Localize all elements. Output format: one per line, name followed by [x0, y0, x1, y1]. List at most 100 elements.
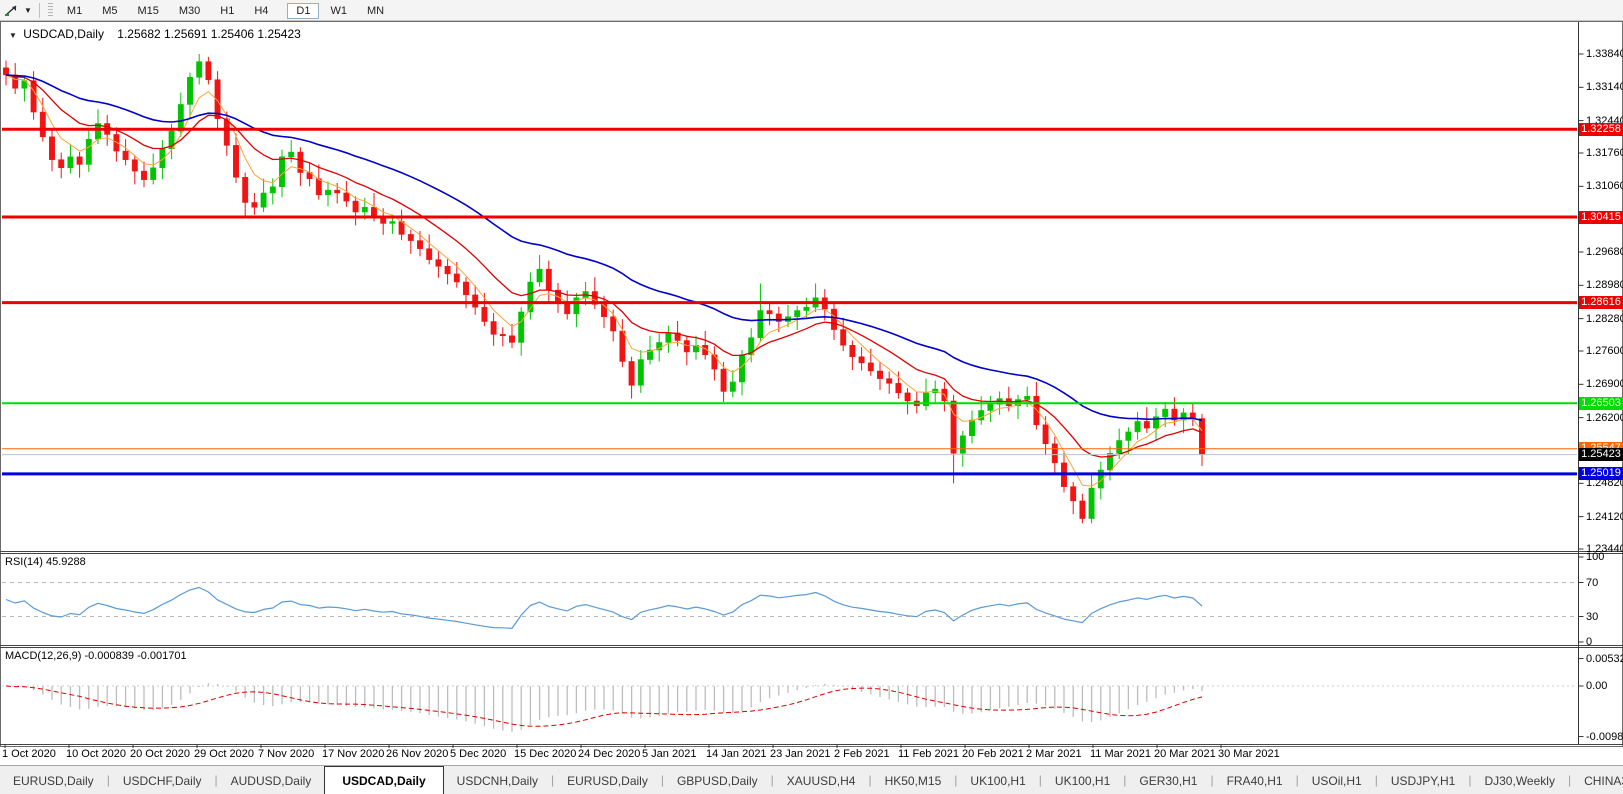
chart-tab-uk100-h1[interactable]: UK100,H1: [1042, 766, 1123, 794]
date-axis-label: 24 Dec 2020: [578, 748, 640, 760]
date-axis-label: 14 Jan 2021: [706, 748, 767, 760]
candle-body: [638, 360, 643, 386]
candle-body: [666, 333, 671, 343]
candle-body: [960, 436, 965, 454]
price-axis-label: 1.28280: [1586, 313, 1623, 325]
chart-tab-usoil-h1[interactable]: USOil,H1: [1299, 766, 1375, 794]
price-line-tag[interactable]: 1.25019: [1579, 467, 1623, 480]
candle-body: [316, 179, 321, 195]
candle-body: [178, 104, 183, 131]
chart-tab-usdcnh-daily[interactable]: USDCNH,Daily: [444, 766, 551, 794]
candle-body: [1043, 425, 1048, 444]
rsi-axis-label: 100: [1586, 551, 1604, 563]
candle-body: [77, 157, 82, 165]
price-axis-label: 1.28980: [1586, 279, 1623, 291]
candle-body: [482, 307, 487, 321]
candle-body: [362, 207, 367, 212]
chart-tab-usdjpy-h1[interactable]: USDJPY,H1: [1378, 766, 1468, 794]
chart-tab-fra40-h1[interactable]: FRA40,H1: [1214, 766, 1296, 794]
price-axis-label: 1.29680: [1586, 246, 1623, 258]
candle-body: [1199, 419, 1204, 455]
price-line-tag[interactable]: 1.26503: [1579, 397, 1623, 410]
collapse-caret-icon[interactable]: ▼: [9, 31, 17, 40]
candle-body: [353, 201, 358, 212]
candle-body: [390, 222, 395, 224]
candle-body: [629, 361, 634, 385]
candle-body: [684, 341, 689, 352]
chart-tab-dj30-weekly[interactable]: DJ30,Weekly: [1471, 766, 1567, 794]
candle-body: [3, 68, 8, 75]
macd-axis-label: 0.00: [1586, 680, 1607, 692]
chart-tab-hk50-m15[interactable]: HK50,M15: [872, 766, 955, 794]
candle-body: [988, 404, 993, 410]
candle-body: [279, 157, 284, 187]
date-axis-label: 7 Nov 2020: [258, 748, 314, 760]
date-axis-label: 26 Nov 2020: [386, 748, 448, 760]
candle-body: [519, 312, 524, 342]
candle-body: [40, 112, 45, 137]
date-axis-label: 30 Mar 2021: [1218, 748, 1280, 760]
candle-body: [565, 302, 570, 313]
date-axis-label: 2 Mar 2021: [1026, 748, 1082, 760]
candle-body: [537, 269, 542, 282]
candle-body: [1089, 488, 1094, 518]
candle-body: [528, 282, 533, 312]
chart-tab-xauusd-h4[interactable]: XAUUSD,H4: [774, 766, 869, 794]
rsi-axis-label: 70: [1586, 577, 1598, 589]
candle-body: [31, 81, 36, 112]
candle-body: [611, 317, 616, 331]
candle-body: [491, 321, 496, 334]
candle-body: [151, 168, 156, 180]
chart-tab-eurusd-daily[interactable]: EURUSD,Daily: [0, 766, 107, 794]
date-axis-label: 20 Mar 2021: [1154, 748, 1216, 760]
price-axis-label: 1.33840: [1586, 48, 1623, 60]
candle-body: [445, 266, 450, 274]
candle-body: [887, 379, 892, 384]
date-axis-label: 20 Oct 2020: [130, 748, 190, 760]
chart-tab-china300-h1[interactable]: CHINA300,H1: [1571, 766, 1623, 794]
chart-tab-usdcad-daily[interactable]: USDCAD,Daily: [324, 766, 443, 794]
chart-tab-audusd-daily[interactable]: AUDUSD,Daily: [218, 766, 325, 794]
candle-body: [473, 295, 478, 307]
candle-body: [712, 355, 717, 369]
candle-body: [868, 363, 873, 371]
chart-tab-uk100-h1[interactable]: UK100,H1: [957, 766, 1038, 794]
macd-indicator-label: MACD(12,26,9) -0.000839 -0.001701: [5, 650, 187, 662]
candle-body: [905, 393, 910, 401]
candle-body: [601, 304, 606, 316]
candle-body: [233, 145, 238, 177]
candle-body: [721, 369, 726, 391]
candle-body: [969, 420, 974, 436]
candle-body: [335, 190, 340, 193]
price-line-tag[interactable]: 1.32258: [1579, 123, 1623, 136]
chart-tab-ger30-h1[interactable]: GER30,H1: [1126, 766, 1210, 794]
price-line-tag[interactable]: 1.28616: [1579, 296, 1623, 309]
candle-body: [427, 249, 432, 260]
candle-body: [197, 62, 202, 78]
date-axis-label: 10 Oct 2020: [66, 748, 126, 760]
candle-body: [1034, 396, 1039, 425]
chart-canvas: [0, 0, 1623, 765]
candle-body: [371, 207, 376, 217]
chart-tab-usdchf-daily[interactable]: USDCHF,Daily: [110, 766, 215, 794]
chart-tab-eurusd-daily[interactable]: EURUSD,Daily: [554, 766, 661, 794]
price-line-tag[interactable]: 1.30415: [1579, 211, 1623, 224]
candle-body: [767, 311, 772, 314]
candle-body: [758, 311, 763, 338]
candle-body: [132, 160, 137, 171]
chart-ohlc-quotes: 1.25682 1.25691 1.25406 1.25423: [117, 27, 301, 41]
candle-body: [859, 357, 864, 363]
candle-body: [408, 234, 413, 240]
candle-body: [841, 330, 846, 346]
candle-body: [730, 382, 735, 392]
candle-body: [187, 77, 192, 104]
date-axis-label: 15 Dec 2020: [514, 748, 576, 760]
candle-body: [49, 137, 54, 160]
candle-body: [436, 260, 441, 267]
chart-tab-gbpusd-daily[interactable]: GBPUSD,Daily: [664, 766, 771, 794]
macd-axis-label: 0.005329: [1586, 653, 1623, 665]
candle-body: [1144, 421, 1149, 428]
price-axis-label: 1.27600: [1586, 345, 1623, 357]
candle-body: [1126, 432, 1131, 441]
candle-body: [896, 383, 901, 393]
